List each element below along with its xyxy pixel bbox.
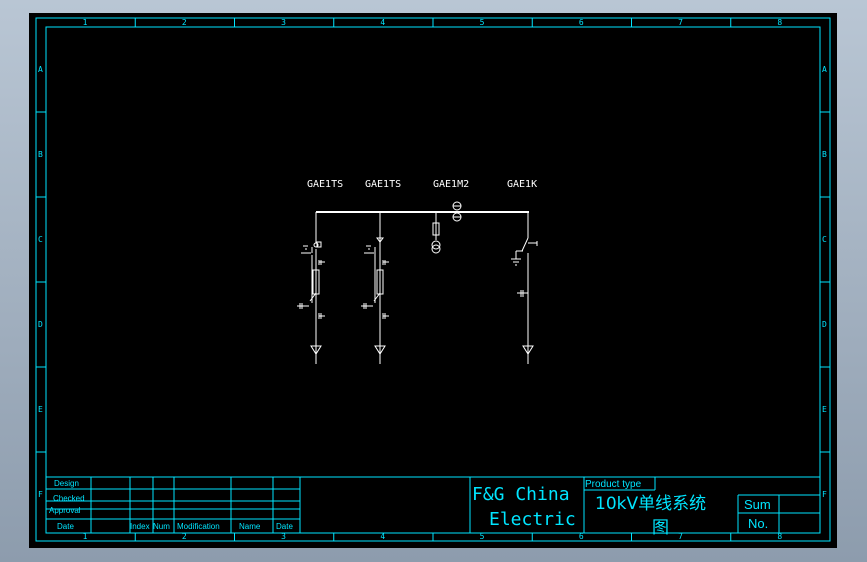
column-label-bottom: 8 xyxy=(777,532,783,541)
panel-1-symbol xyxy=(297,212,325,364)
panel-label-4: GAE1K xyxy=(507,179,538,190)
date-label: Date xyxy=(57,522,74,531)
name-label: Name xyxy=(239,522,261,531)
drawing-title-line2: 图 xyxy=(652,518,669,538)
column-label-top: 6 xyxy=(578,18,584,27)
row-label-right: F xyxy=(822,489,827,499)
column-label-top: 8 xyxy=(777,18,783,27)
number-label: No. xyxy=(748,516,769,531)
company-name-line2: Electric xyxy=(489,509,576,530)
row-label-left: D xyxy=(38,319,43,329)
row-label-right: C xyxy=(822,234,827,244)
inner-border xyxy=(45,26,821,534)
frame-zone-ticks xyxy=(36,18,830,541)
row-label-right: E xyxy=(822,404,827,414)
column-label-top: 5 xyxy=(479,18,485,27)
approval-label: Approval xyxy=(49,506,81,515)
column-label-bottom: 7 xyxy=(678,532,683,541)
modification-label: Modification xyxy=(177,522,220,531)
column-label-bottom: 3 xyxy=(281,532,286,541)
num-label: Num xyxy=(153,522,170,531)
sum-label: Sum xyxy=(744,497,771,512)
column-label-top: 3 xyxy=(281,18,286,27)
column-label-bottom: 4 xyxy=(380,532,386,541)
panel-4-symbol xyxy=(511,212,538,364)
column-label-top: 2 xyxy=(181,18,187,27)
panel-label-3: GAE1M2 xyxy=(433,179,470,190)
column-label-bottom: 2 xyxy=(181,532,187,541)
outer-border xyxy=(35,17,831,542)
company-name-line1: F&G China xyxy=(472,484,570,505)
panel-label-2: GAE1TS xyxy=(365,179,402,190)
design-label: Design xyxy=(54,479,79,488)
column-label-top: 1 xyxy=(82,18,88,27)
row-label-right: D xyxy=(822,319,827,329)
single-line-diagram xyxy=(297,201,538,364)
row-label-right: B xyxy=(822,149,827,159)
panel-2-symbol xyxy=(361,212,389,364)
column-label-bottom: 5 xyxy=(479,532,485,541)
column-label-top: 7 xyxy=(678,18,683,27)
column-label-top: 4 xyxy=(380,18,386,27)
column-label-bottom: 6 xyxy=(578,532,584,541)
column-label-bottom: 1 xyxy=(82,532,88,541)
row-label-left: A xyxy=(38,64,43,74)
drawing-sheet: 1 2 3 4 5 6 7 8 1 2 3 4 5 6 7 8 A B C D E F A B C D E F GAE1TS G… xyxy=(29,13,837,548)
drawing-title-line1: 10kV单线系统 xyxy=(595,494,707,514)
index-label: Index xyxy=(130,522,150,531)
row-label-left: B xyxy=(38,149,43,159)
row-label-left: F xyxy=(38,489,43,499)
row-label-right: A xyxy=(822,64,827,74)
panel-3-symbol xyxy=(431,201,462,254)
date2-label: Date xyxy=(276,522,293,531)
checked-label: Checked xyxy=(53,494,85,503)
panel-label-1: GAE1TS xyxy=(307,179,344,190)
drawing-canvas xyxy=(35,17,831,542)
row-label-left: C xyxy=(38,234,43,244)
row-label-left: E xyxy=(38,404,43,414)
